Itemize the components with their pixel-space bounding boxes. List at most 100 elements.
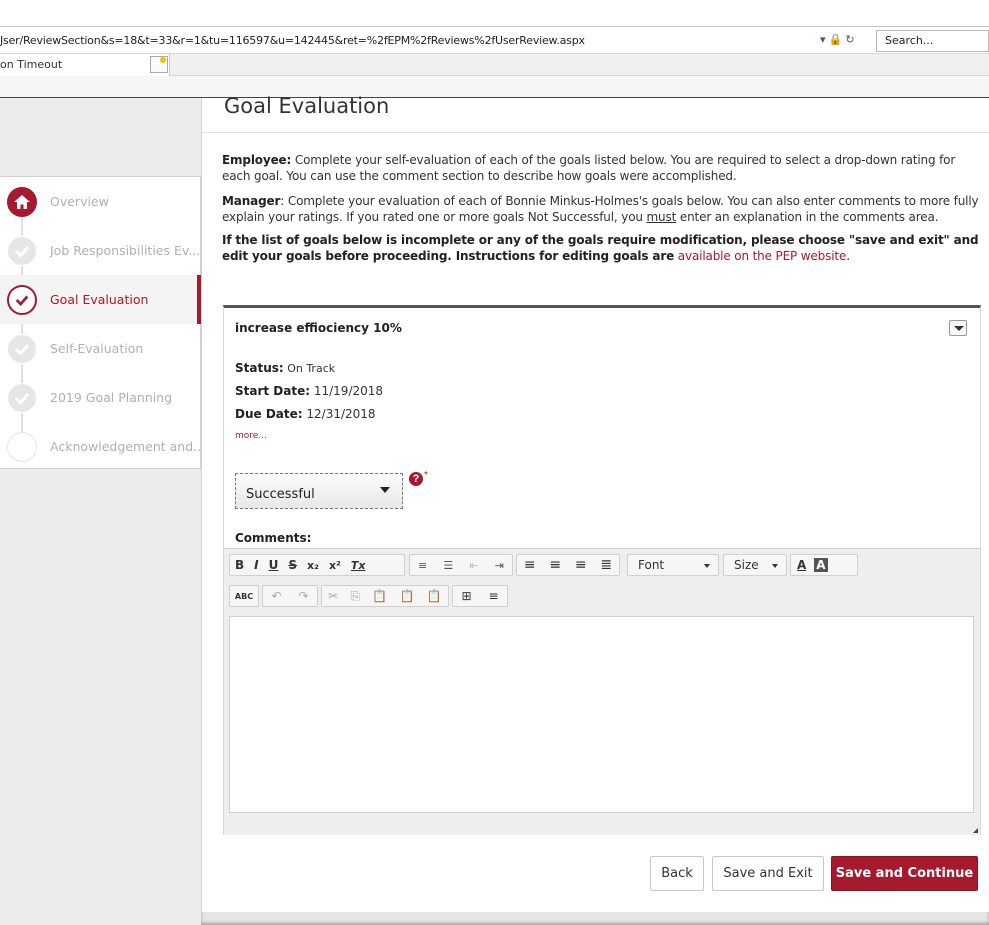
paste-icon[interactable]: 📋 — [372, 589, 387, 603]
home-icon — [7, 187, 37, 217]
address-icons[interactable]: ▾ 🔒 ↻ — [820, 33, 855, 46]
spellcheck-label: ABC — [234, 591, 254, 601]
chevron-down-icon — [704, 564, 710, 568]
employee-text: Complete your self-evaluation of each of… — [222, 153, 956, 183]
goal-status: Status: On Track — [235, 361, 335, 375]
tab-bar: on Timeout — [0, 54, 989, 76]
save-and-exit-button[interactable]: Save and Exit — [712, 856, 824, 891]
size-label: Size — [734, 558, 759, 572]
title-divider — [202, 132, 989, 133]
redo-icon[interactable]: ↷ — [298, 589, 308, 603]
circle-icon — [7, 432, 37, 462]
check-icon — [7, 236, 37, 266]
size-select[interactable]: Size — [723, 554, 787, 576]
align-left-icon[interactable]: ≡ — [524, 557, 536, 573]
main-content: Goal Evaluation Employee: Complete your … — [201, 94, 989, 912]
sidebar-item-overview[interactable]: Overview — [0, 177, 200, 226]
new-tab-icon[interactable] — [150, 56, 168, 73]
due-date-value: 12/31/2018 — [302, 407, 376, 421]
copy-icon[interactable]: ⎘ — [350, 589, 360, 604]
resize-handle[interactable] — [973, 828, 978, 833]
browser-search-input[interactable]: Search... — [876, 30, 989, 52]
back-button[interactable]: Back — [650, 856, 704, 891]
align-right-icon[interactable]: ≡ — [575, 557, 587, 573]
start-date-label: Start Date: — [235, 384, 311, 398]
status-value: On Track — [283, 362, 336, 375]
sidebar-item-label: Job Responsibilities Ev... — [50, 243, 201, 258]
sidebar-item-goal-evaluation[interactable]: Goal Evaluation — [0, 275, 201, 324]
check-icon — [7, 334, 37, 364]
notice-end: . — [846, 248, 850, 263]
check-icon — [7, 285, 37, 315]
sidebar-nav: Overview Job Responsibilities Ev... Goal… — [0, 176, 205, 471]
insert-toolbar: ⊞ ≡ — [452, 585, 508, 607]
due-date-label: Due Date: — [235, 407, 303, 421]
bg-color-button[interactable]: A — [814, 558, 828, 572]
sidebar-item-self-evaluation[interactable]: Self-Evaluation — [0, 324, 200, 373]
manager-text-end: enter an explanation in the comments are… — [676, 209, 939, 224]
sidebar-item-label: Self-Evaluation — [50, 341, 144, 356]
collapse-button[interactable] — [949, 320, 967, 336]
clipboard-toolbar: ✂ ⎘ 📋 📋 📋 — [321, 585, 449, 607]
italic-button[interactable]: I — [249, 558, 263, 572]
edit-goals-notice: If the list of goals below is incomplete… — [222, 233, 982, 264]
undo-redo-toolbar: ↶ ↷ — [262, 585, 318, 607]
superscript-button[interactable]: x² — [324, 559, 346, 572]
remove-format-button[interactable]: Tx — [346, 559, 371, 572]
cut-icon[interactable]: ✂ — [328, 589, 338, 603]
paste-word-icon[interactable]: 📋 — [427, 589, 442, 603]
spellcheck-button[interactable]: ABC — [229, 585, 259, 607]
status-label: Status: — [235, 361, 284, 375]
color-toolbar: A A — [790, 554, 858, 576]
rating-select[interactable]: Successful — [235, 473, 403, 509]
sidebar-item-goal-planning[interactable]: 2019 Goal Planning — [0, 373, 200, 422]
toolbar-strip — [0, 76, 989, 98]
manager-label: Manager — [222, 194, 281, 208]
font-label: Font — [638, 558, 665, 572]
font-select[interactable]: Font — [627, 554, 719, 576]
comments-editor: B I U S x₂ x² Tx ≡ ☰ ⇤ ⇥ ≡ ≡ ≡ ≣ Font Si… — [224, 548, 980, 835]
sidebar-item-label: 2019 Goal Planning — [50, 390, 173, 405]
sidebar-item-label: Overview — [50, 194, 109, 209]
pep-website-link[interactable]: available on the PEP website — [674, 249, 847, 263]
sidebar-item-job-responsibilities[interactable]: Job Responsibilities Ev... — [0, 226, 200, 275]
horizontal-rule-icon[interactable]: ≡ — [488, 589, 498, 603]
numbered-list-icon[interactable]: ≡ — [418, 559, 427, 572]
more-link[interactable]: more... — [235, 431, 267, 441]
required-marker: * — [424, 470, 428, 481]
format-toolbar-group: B I U S x₂ x² Tx — [229, 554, 405, 576]
help-icon[interactable]: ? — [409, 472, 423, 486]
alignment-toolbar: ≡ ≡ ≡ ≣ — [516, 554, 620, 576]
notice-text: If the list of goals below is incomplete… — [222, 233, 979, 263]
start-date-value: 11/19/2018 — [310, 384, 384, 398]
goal-due-date: Due Date: 12/31/2018 — [235, 407, 376, 421]
comments-label: Comments: — [235, 531, 312, 545]
outdent-icon[interactable]: ⇤ — [469, 559, 478, 572]
bold-button[interactable]: B — [230, 558, 249, 572]
chevron-down-icon — [772, 564, 778, 568]
undo-icon[interactable]: ↶ — [271, 589, 281, 603]
goal-name: increase effiociency 10% — [235, 321, 402, 335]
justify-icon[interactable]: ≣ — [600, 557, 612, 573]
sidebar-item-label: Goal Evaluation — [50, 292, 149, 307]
sidebar-item-acknowledgement[interactable]: Acknowledgement and... — [0, 422, 205, 471]
goal-panel: increase effiociency 10% Status: On Trac… — [223, 305, 981, 835]
strikethrough-button[interactable]: S — [283, 558, 302, 572]
employee-label: Employee: — [222, 153, 292, 167]
browser-tab[interactable]: on Timeout — [0, 54, 170, 76]
comments-textarea[interactable] — [229, 616, 974, 813]
text-color-button[interactable]: A — [797, 558, 806, 572]
subscript-button[interactable]: x₂ — [302, 559, 324, 572]
underline-button[interactable]: U — [264, 558, 284, 572]
list-align-toolbar: ≡ ☰ ⇤ ⇥ — [409, 554, 513, 576]
save-and-continue-button[interactable]: Save and Continue — [831, 856, 978, 891]
align-center-icon[interactable]: ≡ — [549, 557, 561, 573]
employee-instructions: Employee: Complete your self-evaluation … — [222, 153, 982, 184]
check-icon — [7, 383, 37, 413]
address-bar[interactable]: Jser/ReviewSection&s=18&t=33&r=1&tu=1165… — [0, 26, 989, 54]
table-icon[interactable]: ⊞ — [461, 589, 471, 603]
paste-text-icon[interactable]: 📋 — [400, 589, 415, 603]
bullet-list-icon[interactable]: ☰ — [443, 559, 453, 572]
indent-icon[interactable]: ⇥ — [495, 559, 504, 572]
url-text[interactable]: Jser/ReviewSection&s=18&t=33&r=1&tu=1165… — [0, 34, 585, 47]
